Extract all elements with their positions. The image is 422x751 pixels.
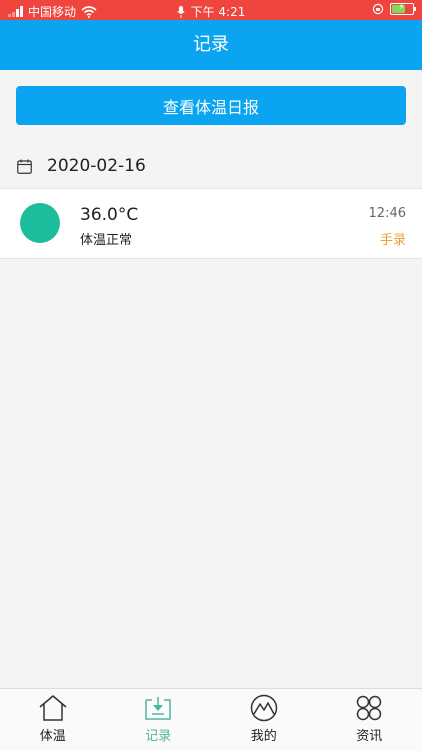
nav-bar: 记录 [0,20,422,70]
date-header: 2020-02-16 [0,145,422,187]
four-circles-icon [354,694,384,722]
tab-label: 资讯 [356,725,382,744]
tab-label: 我的 [251,725,277,744]
tab-news[interactable]: 资讯 [317,689,422,751]
record-source: 手录 [380,229,406,248]
calendar-icon [17,159,32,174]
page-title: 记录 [193,34,229,55]
tab-mine[interactable]: 我的 [211,689,317,751]
status-right: ⚡ [372,3,414,15]
mountain-badge-icon [249,694,279,722]
status-time: 下午 4:21 [191,3,246,20]
status-center: 下午 4:21 [0,3,422,20]
tab-label: 记录 [145,725,171,744]
orientation-lock-icon [372,3,384,15]
record-item[interactable]: 36.0°C 体温正常 12:46 手录 [0,188,422,259]
record-status: 体温正常 [80,229,132,248]
status-bar: 中国移动 下午 4:21 ⚡ [0,0,422,20]
view-daily-report-button[interactable]: 查看体温日报 [16,86,406,125]
tab-temperature[interactable]: 体温 [0,689,106,751]
home-icon [38,694,68,722]
status-dot [20,203,60,243]
tab-label: 体温 [40,725,66,744]
record-time: 12:46 [369,206,406,221]
tab-bar: 体温 记录 我的 资讯 [0,688,422,751]
download-tray-icon [143,694,173,722]
record-temperature: 36.0°C [80,205,138,225]
record-date: 2020-02-16 [47,156,146,176]
tab-records[interactable]: 记录 [106,689,212,751]
battery-icon: ⚡ [390,3,414,15]
microphone-icon [177,6,185,18]
